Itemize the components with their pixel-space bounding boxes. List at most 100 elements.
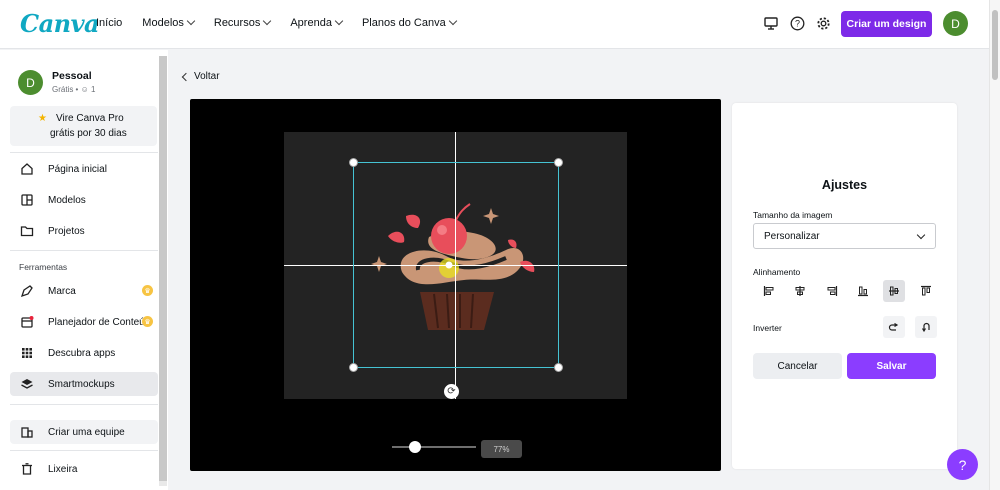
crown-icon: ♛ (142, 316, 153, 327)
back-link[interactable]: Voltar (181, 71, 220, 82)
zoom-value[interactable]: 77% (481, 440, 522, 458)
sidebar-item-label: Descubra apps (48, 347, 116, 359)
image-size-label: Tamanho da imagem (753, 210, 833, 220)
building-icon (19, 424, 35, 440)
top-bar: Canva Início Modelos Recursos Aprenda Pl… (0, 0, 1000, 49)
nav-label: Modelos (142, 17, 184, 29)
brand-icon (19, 283, 35, 299)
alignment-label: Alinhamento (753, 267, 801, 277)
trash-icon (19, 461, 35, 477)
scrollbar-thumb[interactable] (159, 56, 167, 481)
sidebar-item-label: Marca (48, 285, 76, 297)
sidebar: D Pessoal Grátis • ☺ 1 ★ Vire Canva Pro … (0, 50, 168, 490)
nav-recursos[interactable]: Recursos (213, 16, 272, 29)
main-nav: Início Modelos Recursos Aprenda Planos d… (96, 16, 476, 29)
back-label: Voltar (194, 71, 220, 82)
crop-handle-bottom-left[interactable] (349, 363, 358, 372)
zoom-slider[interactable] (392, 446, 476, 448)
templates-icon (19, 192, 35, 208)
sidebar-scrollbar[interactable] (159, 56, 167, 486)
nav-label: Recursos (213, 17, 261, 29)
align-top-icon[interactable] (915, 280, 937, 302)
desktop-icon[interactable] (762, 14, 780, 32)
align-right-icon[interactable] (821, 280, 843, 302)
create-design-button[interactable]: Criar um design (841, 11, 932, 37)
home-icon (19, 161, 35, 177)
sidebar-item-projects[interactable]: Projetos (10, 219, 158, 243)
chevron-down-icon (263, 16, 272, 26)
divider (10, 250, 158, 251)
align-bottom-icon[interactable] (852, 280, 874, 302)
sidebar-item-label: Página inicial (48, 163, 107, 175)
sidebar-item-label: Smartmockups (48, 378, 115, 390)
crop-handle-top-right[interactable] (554, 158, 563, 167)
panel-title: Ajustes (821, 178, 868, 192)
sidebar-item-label: Lixeira (48, 463, 78, 475)
nav-inicio[interactable]: Início (96, 17, 122, 29)
image-size-value: Personalizar (764, 230, 820, 242)
canva-logo[interactable]: Canva (20, 9, 100, 38)
sidebar-item-home[interactable]: Página inicial (10, 157, 158, 181)
crown-icon: ♛ (142, 285, 153, 296)
avatar[interactable]: D (943, 11, 968, 36)
chevron-down-icon (186, 16, 196, 26)
flip-horizontal-icon[interactable] (883, 316, 905, 338)
divider (10, 404, 158, 405)
align-middle-icon[interactable] (883, 280, 905, 302)
account-name[interactable]: Pessoal (52, 70, 92, 82)
pro-line2: grátis por 30 dias (50, 128, 127, 139)
sidebar-item-label: Planejador de Conteúd (48, 316, 151, 328)
pro-line1: Vire Canva Pro (56, 113, 124, 124)
sidebar-item-apps[interactable]: Descubra apps (10, 341, 158, 365)
account-plan: Grátis • ☺ 1 (52, 85, 96, 94)
sidebar-item-trash[interactable]: Lixeira (10, 457, 158, 481)
align-center-horizontal-icon[interactable] (789, 280, 811, 302)
gear-icon[interactable] (814, 14, 832, 32)
pro-trial-banner[interactable]: ★ Vire Canva Pro grátis por 30 dias (10, 106, 157, 146)
sidebar-item-label: Projetos (48, 225, 85, 237)
sidebar-item-label: Criar uma equipe (48, 426, 125, 438)
align-left-icon[interactable] (758, 280, 780, 302)
invert-label: Inverter (753, 323, 782, 333)
svg-text:?: ? (794, 18, 799, 28)
nav-modelos[interactable]: Modelos (142, 16, 196, 29)
sidebar-item-create-team[interactable]: Criar uma equipe (10, 420, 158, 444)
zoom-slider-knob[interactable] (409, 441, 421, 453)
flip-vertical-icon[interactable] (915, 316, 937, 338)
star-icon: ★ (38, 113, 47, 124)
folder-icon (19, 223, 35, 239)
scrollbar-thumb[interactable] (992, 10, 998, 80)
help-circle-icon[interactable]: ? (788, 14, 806, 32)
cancel-button[interactable]: Cancelar (753, 353, 842, 379)
nav-label: Início (96, 17, 123, 29)
image-size-select[interactable]: Personalizar (753, 223, 936, 249)
tools-heading: Ferramentas (19, 262, 68, 272)
divider (10, 450, 158, 451)
page-scrollbar[interactable] (989, 0, 1000, 490)
crop-handle-top-left[interactable] (349, 158, 358, 167)
crop-handle-bottom-right[interactable] (554, 363, 563, 372)
divider (10, 152, 158, 153)
sidebar-item-brand[interactable]: Marca ♛ (10, 279, 158, 303)
help-button[interactable]: ? (947, 449, 978, 480)
chevron-down-icon (916, 230, 926, 240)
crop-frame[interactable] (353, 162, 559, 368)
chevron-down-icon (448, 16, 457, 26)
sidebar-item-templates[interactable]: Modelos (10, 188, 158, 212)
nav-label: Planos do Canva (361, 17, 446, 29)
nav-aprenda[interactable]: Aprenda (290, 16, 344, 29)
account-avatar[interactable]: D (18, 70, 43, 95)
sidebar-item-label: Modelos (48, 194, 86, 206)
calendar-icon (19, 314, 35, 330)
sidebar-item-content-planner[interactable]: Planejador de Conteúd ♛ (10, 310, 158, 334)
layers-icon (19, 376, 35, 392)
sidebar-item-smartmockups[interactable]: Smartmockups (10, 372, 158, 396)
chevron-left-icon (181, 72, 191, 81)
chevron-down-icon (334, 16, 344, 26)
nav-planos[interactable]: Planos do Canva (361, 16, 457, 29)
apps-grid-icon (19, 345, 35, 361)
nav-label: Aprenda (290, 17, 332, 29)
save-button[interactable]: Salvar (847, 353, 936, 379)
rotate-icon[interactable]: ⟳ (444, 384, 459, 399)
adjustments-panel: Ajustes Tamanho da imagem Personalizar A… (732, 103, 957, 469)
